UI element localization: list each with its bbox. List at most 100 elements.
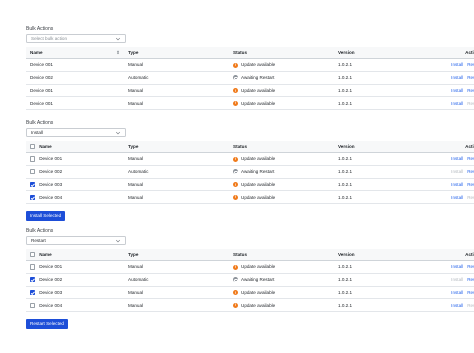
cell-actions: Install Restart xyxy=(428,260,474,274)
column-header-name[interactable]: Name ⇕ xyxy=(26,47,124,59)
cell-version: 1.0.2.1 xyxy=(334,260,428,274)
install-link[interactable]: Install xyxy=(451,182,463,187)
bulk-action-select[interactable]: Select bulk action xyxy=(26,34,126,43)
cell-type: Manual xyxy=(124,190,229,205)
row-checkbox[interactable] xyxy=(30,169,36,175)
device-name: Device 002 xyxy=(39,169,63,174)
column-header-actions: Actions xyxy=(428,47,474,59)
cell-actions: Install Restart xyxy=(428,71,474,85)
cell-actions: Install Restart xyxy=(428,298,474,313)
cell-status: Awaiting Restart xyxy=(229,71,334,85)
bulk-actions-section-2: Bulk Actions Install Name Type Status Ve… xyxy=(26,120,474,222)
column-header-version: Version xyxy=(334,47,428,59)
row-checkbox[interactable] xyxy=(30,264,36,270)
cell-name: Device 003 xyxy=(26,178,124,192)
restart-link[interactable]: Restart xyxy=(467,156,474,161)
cell-version: 1.0.2.1 xyxy=(334,58,428,72)
select-all-checkbox[interactable] xyxy=(30,144,36,150)
cell-status: Update available xyxy=(229,286,334,300)
cell-name: Device 003 xyxy=(26,286,124,300)
table-row: Device 002 Automatic Awaiting Restart 1.0.2… xyxy=(26,71,474,85)
bulk-action-select[interactable]: Restart xyxy=(26,236,126,245)
cell-version: 1.0.2.1 xyxy=(334,273,428,287)
restart-link[interactable]: Restart xyxy=(467,277,474,282)
device-name: Device 001 xyxy=(39,264,63,270)
cell-version: 1.0.2.1 xyxy=(334,84,428,98)
install-link: Install xyxy=(451,169,464,175)
cell-type: Manual xyxy=(124,58,229,72)
cell-version: 1.0.2.1 xyxy=(334,165,428,179)
status-text: Update available xyxy=(241,181,276,187)
cell-name: Device 002 xyxy=(26,71,124,85)
install-link[interactable]: Install xyxy=(451,62,463,67)
restart-link[interactable]: Restart xyxy=(467,182,474,187)
install-link[interactable]: Install xyxy=(451,290,463,295)
bulk-action-select[interactable]: Install xyxy=(26,128,126,137)
cell-name: Device 001 xyxy=(26,84,124,98)
device-name: Device 001 xyxy=(30,62,53,68)
cell-name: Device 001 xyxy=(26,260,124,274)
select-all-checkbox[interactable] xyxy=(30,252,36,258)
bulk-actions-label: Bulk Actions xyxy=(26,228,54,234)
row-checkbox[interactable] xyxy=(30,194,36,200)
restart-link[interactable]: Restart xyxy=(467,75,474,80)
install-link[interactable]: Install xyxy=(451,88,463,93)
column-header-actions: Actions xyxy=(428,249,474,261)
cell-actions: Install Restart xyxy=(428,152,474,166)
status-text: Update available xyxy=(241,156,276,162)
alert-icon xyxy=(233,182,238,188)
install-link[interactable]: Install xyxy=(451,75,463,80)
cell-type: Manual xyxy=(124,84,229,98)
restart-link[interactable]: Restart xyxy=(467,88,474,93)
column-header-status: Status xyxy=(229,249,334,261)
cell-actions: Install Restart xyxy=(428,286,474,300)
restart-selected-button[interactable]: Restart Selected xyxy=(26,319,68,330)
install-link[interactable]: Install xyxy=(451,303,463,308)
restart-link[interactable]: Restart xyxy=(467,62,474,67)
clock-icon xyxy=(233,75,238,81)
row-checkbox[interactable] xyxy=(30,181,36,188)
row-checkbox[interactable] xyxy=(30,302,36,308)
row-checkbox[interactable] xyxy=(30,156,36,162)
status-text: Update available xyxy=(241,194,276,200)
device-name: Device 004 xyxy=(39,302,63,308)
cell-name: Device 001 xyxy=(26,58,124,72)
cell-actions: Install Restart xyxy=(428,58,474,72)
device-name: Device 002 xyxy=(30,75,53,81)
bulk-actions-section-3: Bulk Actions Restart Name Type Status Ve… xyxy=(26,228,474,330)
install-link[interactable]: Install xyxy=(451,195,463,200)
device-name: Device 002 xyxy=(39,277,63,282)
chevron-down-icon xyxy=(115,37,121,40)
table-row: Device 002 Automatic Awaiting Restart 1.0.2… xyxy=(26,165,474,179)
row-checkbox[interactable] xyxy=(30,289,36,296)
row-checkbox[interactable] xyxy=(30,277,36,283)
install-selected-button[interactable]: Install Selected xyxy=(26,211,66,222)
alert-icon xyxy=(233,100,238,106)
cell-actions: Install Restart xyxy=(428,84,474,98)
install-link[interactable]: Install xyxy=(451,156,463,161)
cell-status: Update available xyxy=(229,152,334,166)
cell-status: Update available xyxy=(229,84,334,98)
install-link[interactable]: Install xyxy=(451,264,463,269)
restart-link[interactable]: Restart xyxy=(467,169,474,174)
cell-version: 1.0.2.1 xyxy=(334,152,428,166)
restart-link[interactable]: Restart xyxy=(467,264,474,269)
cell-version: 1.0.2.1 xyxy=(334,96,428,111)
install-link[interactable]: Install xyxy=(451,101,463,106)
device-name: Device 001 xyxy=(30,100,53,106)
restart-link: Restart xyxy=(467,194,474,200)
table-header-row: Name Type Status Version Actions xyxy=(26,249,474,261)
devices-table: Name Type Status Version Actions Device … xyxy=(26,141,474,205)
column-header-type: Type xyxy=(124,141,229,153)
sort-icon[interactable]: ⇕ xyxy=(116,50,120,56)
cell-type: Manual xyxy=(124,286,229,300)
status-text: Update available xyxy=(241,264,276,270)
table-header-row: Name⇕ Type Status Version Actions xyxy=(26,47,474,59)
device-name: Device 001 xyxy=(39,156,63,162)
cell-name: Device 002 xyxy=(26,165,124,179)
restart-link[interactable]: Restart xyxy=(467,290,474,295)
cell-type: Manual xyxy=(124,152,229,166)
cell-status: Update available xyxy=(229,298,334,313)
alert-icon xyxy=(233,290,238,296)
install-link: Install xyxy=(451,277,464,283)
